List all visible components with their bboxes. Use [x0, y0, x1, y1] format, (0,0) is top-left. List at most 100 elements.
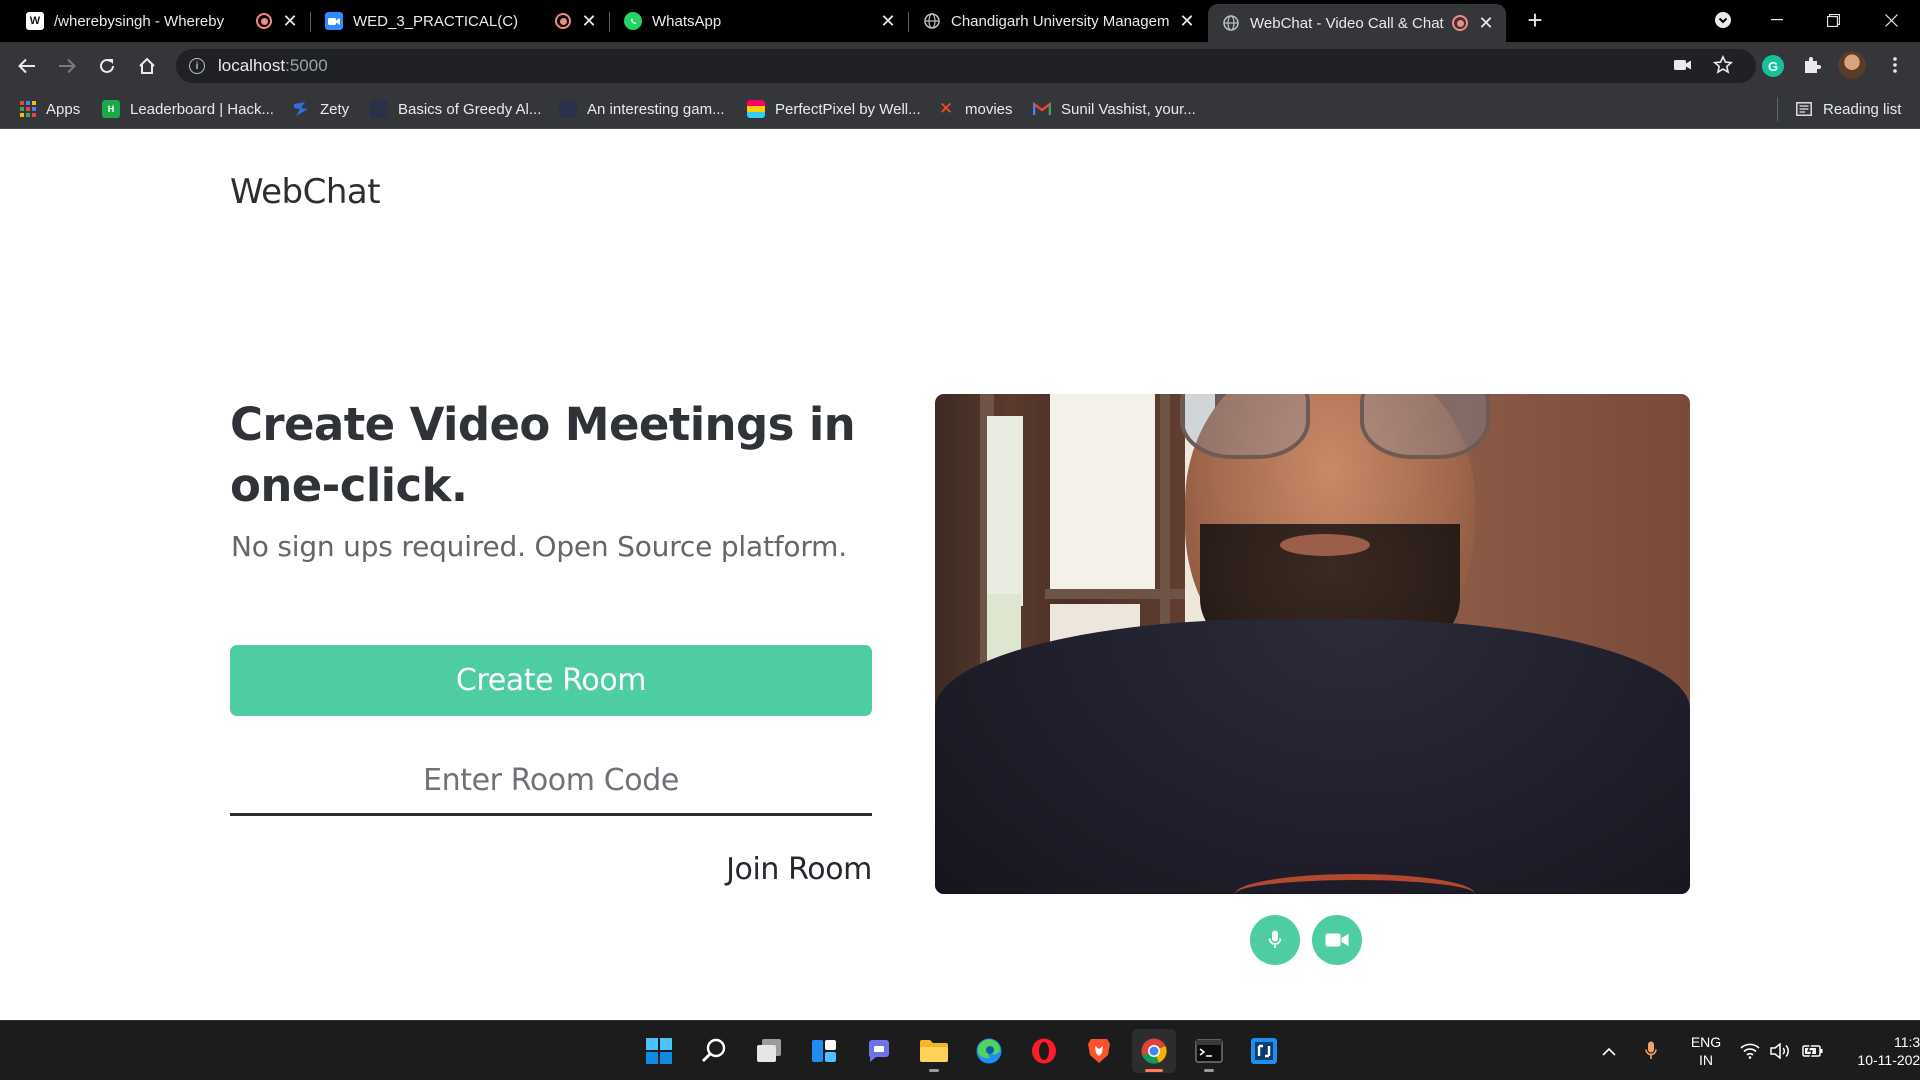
mic-toggle-button[interactable] [1250, 915, 1300, 965]
globe-icon [1222, 14, 1240, 32]
new-tab-button[interactable]: + [1520, 6, 1550, 36]
brand-logo-text[interactable]: WebChat [230, 172, 381, 212]
whereby-favicon-icon: W [26, 12, 44, 30]
windows-taskbar: ENG IN 11:38 10-11-2021 [0, 1020, 1920, 1080]
apps-grid-icon [20, 101, 36, 117]
search-icon[interactable] [692, 1029, 736, 1073]
wifi-icon[interactable] [1740, 1043, 1760, 1059]
volume-icon[interactable] [1770, 1043, 1792, 1059]
bookmark-zety[interactable]: Zety [292, 89, 349, 129]
url-port: :5000 [285, 56, 328, 75]
url-text[interactable]: localhost:5000 [218, 56, 328, 76]
tab-title: Chandigarh University Managem [951, 12, 1170, 30]
bookmarks-bar: Apps H Leaderboard | Hack... Zety Basics… [0, 89, 1920, 129]
edge-icon[interactable] [967, 1029, 1011, 1073]
bookmark-star-icon[interactable] [1708, 50, 1738, 80]
bookmark-label: PerfectPixel by Well... [775, 100, 921, 118]
reading-list-label: Reading list [1823, 100, 1902, 118]
tab-close-icon[interactable]: ✕ [1476, 13, 1496, 34]
reading-list-button[interactable]: Reading list [1795, 89, 1901, 129]
browser-toolbar: i localhost:5000 [0, 42, 1920, 89]
bookmark-movies[interactable]: ✕ movies [937, 89, 1013, 129]
recording-indicator-icon [555, 13, 571, 29]
profile-avatar[interactable] [1838, 51, 1866, 79]
tab-webchat[interactable]: WebChat - Video Call & Chat ✕ [1208, 4, 1506, 42]
home-button[interactable] [131, 50, 163, 82]
bookmark-interesting-game[interactable]: An interesting gam... [559, 89, 725, 129]
bookmark-greedy[interactable]: Basics of Greedy Al... [370, 89, 541, 129]
grammarly-extension-icon[interactable]: G [1762, 55, 1784, 77]
microphone-icon [1268, 930, 1282, 948]
bookmark-apps[interactable]: Apps [20, 89, 80, 129]
teams-chat-icon[interactable] [857, 1029, 901, 1073]
bookmark-perfectpixel[interactable]: PerfectPixel by Well... [747, 89, 921, 129]
recording-indicator-icon [256, 13, 272, 29]
site-info-icon[interactable]: i [189, 58, 205, 74]
camera-in-use-icon[interactable] [1668, 50, 1698, 80]
hero-title: Create Video Meetings in one-click. [230, 398, 856, 512]
tab-wed-practical[interactable]: WED_3_PRACTICAL(C) ✕ [311, 0, 609, 42]
reading-list-icon [1795, 100, 1813, 118]
tab-chandigarh-university[interactable]: Chandigarh University Managem ✕ [909, 0, 1207, 42]
close-window-button[interactable] [1868, 0, 1914, 40]
battery-icon[interactable] [1802, 1043, 1824, 1059]
microphone-in-use-icon[interactable] [1634, 1041, 1668, 1061]
bookmark-gmail[interactable]: Sunil Vashist, your... [1033, 89, 1196, 129]
extensions-puzzle-icon[interactable] [1797, 50, 1827, 80]
hero-subtitle: No sign ups required. Open Source platfo… [231, 530, 847, 563]
window-light [987, 416, 1023, 606]
tab-search-button[interactable] [1700, 0, 1746, 40]
tab-close-icon[interactable]: ✕ [579, 11, 599, 32]
zoom-icon [325, 12, 343, 30]
camera-toggle-button[interactable] [1312, 915, 1362, 965]
restore-button[interactable] [1810, 0, 1856, 40]
tab-close-icon[interactable]: ✕ [1177, 11, 1197, 32]
hackerrank-icon: H [102, 100, 120, 118]
minimize-button[interactable] [1754, 0, 1800, 40]
file-explorer-icon[interactable] [912, 1029, 956, 1073]
bookmark-label: Apps [46, 100, 81, 118]
whatsapp-icon [624, 12, 642, 30]
shirt-shape [935, 619, 1690, 894]
tab-whatsapp[interactable]: WhatsApp ✕ [610, 0, 908, 42]
forward-button[interactable] [51, 50, 83, 82]
bookmark-label: Sunil Vashist, your... [1061, 100, 1196, 118]
task-view-icon[interactable] [747, 1029, 791, 1073]
vscode-like-icon[interactable] [1242, 1029, 1286, 1073]
show-hidden-icons-chevron-icon[interactable] [1598, 1047, 1620, 1056]
webchat-page: WebChat Create Video Meetings in one-cli… [0, 130, 1920, 1020]
tab-title: WhatsApp [652, 12, 722, 30]
bookmark-label: Basics of Greedy Al... [398, 100, 542, 118]
terminal-icon[interactable] [1187, 1029, 1231, 1073]
clock[interactable]: 11:38 10-11-2021 [1852, 1033, 1920, 1069]
tab-close-icon[interactable]: ✕ [280, 11, 300, 32]
reload-button[interactable] [91, 50, 123, 82]
tab-close-icon[interactable]: ✕ [878, 11, 898, 32]
start-icon[interactable] [637, 1029, 681, 1073]
tab-title: /wherebysingh - Whereby [54, 12, 225, 30]
address-bar[interactable]: i localhost:5000 [176, 49, 1756, 83]
bookmark-label: Leaderboard | Hack... [130, 100, 274, 118]
running-indicator [1145, 1069, 1163, 1072]
bookmarks-divider [1777, 97, 1778, 121]
create-room-button[interactable]: Create Room [230, 645, 872, 716]
chrome-icon[interactable] [1132, 1029, 1176, 1073]
clock-time: 11:38 [1894, 1034, 1920, 1050]
gmail-icon [1033, 100, 1051, 118]
brave-icon[interactable] [1077, 1029, 1121, 1073]
x-icon: ✕ [938, 99, 954, 118]
chrome-menu-icon[interactable] [1880, 50, 1910, 80]
join-room-link[interactable]: Join Room [726, 852, 872, 887]
tab-whereby[interactable]: W /wherebysingh - Whereby ✕ [12, 0, 310, 42]
room-code-input[interactable] [230, 747, 872, 813]
room-code-field [230, 747, 872, 816]
bookmark-label: An interesting gam... [587, 100, 725, 118]
back-button[interactable] [11, 50, 43, 82]
running-indicator [929, 1069, 939, 1072]
widgets-icon[interactable] [802, 1029, 846, 1073]
local-video-preview [935, 394, 1690, 894]
recording-indicator-icon [1452, 15, 1468, 31]
opera-icon[interactable] [1022, 1029, 1066, 1073]
language-indicator[interactable]: ENG IN [1686, 1033, 1726, 1069]
bookmark-leaderboard[interactable]: H Leaderboard | Hack... [102, 89, 274, 129]
